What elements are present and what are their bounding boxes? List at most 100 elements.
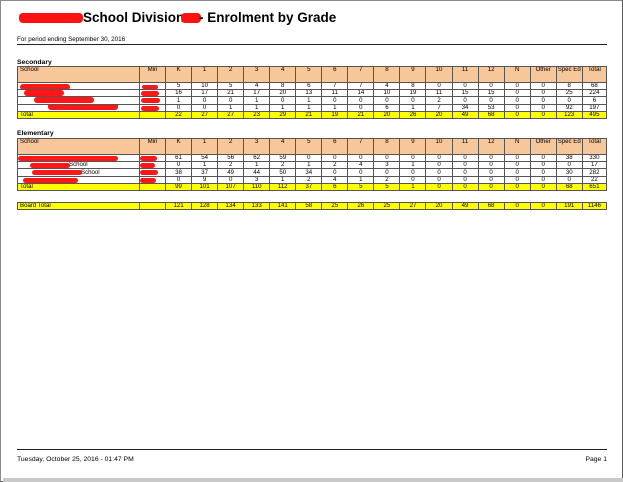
total-value-cell: 21 — [295, 110, 323, 119]
value-cell: 10 — [373, 89, 401, 98]
total-value-cell: 141 — [269, 202, 297, 210]
value-cell: 0 — [477, 175, 505, 184]
min-cell — [138, 168, 167, 177]
value-cell: 34 — [295, 168, 323, 177]
value-cell: 8 — [399, 81, 427, 91]
value-cell: 4 — [373, 81, 401, 91]
total-value-cell: 99 — [165, 182, 193, 191]
total-value-cell: 68 — [555, 182, 583, 191]
value-cell: 0 — [503, 103, 531, 112]
min-cell — [138, 202, 167, 210]
value-cell: 10 — [191, 81, 219, 91]
value-cell: 3 — [373, 161, 401, 170]
value-cell: 0 — [451, 96, 479, 105]
value-cell: 68 — [581, 81, 608, 91]
report-period: For period ending September 30, 2016 — [17, 36, 126, 43]
value-cell: 1 — [269, 103, 297, 112]
school-name-cell: School — [17, 161, 140, 170]
value-cell: 49 — [217, 168, 245, 177]
value-cell: 1 — [295, 96, 323, 105]
column-header: 6 — [321, 138, 349, 155]
table-row: School 38 37 49 44 50 34 0 0 0 0 0 0 0 0 0 30 282 — [17, 168, 608, 177]
total-value-cell: 19 — [321, 110, 349, 119]
value-cell: 59 — [269, 153, 297, 163]
elementary-total-row: Total 99 101 107 110 112 37 6 5 5 1 0 0 0 0 0 68 651 — [17, 182, 608, 191]
value-cell: 25 — [555, 89, 583, 98]
value-cell: 0 — [503, 81, 531, 91]
value-cell: 1 — [165, 96, 193, 105]
value-cell: 13 — [295, 89, 323, 98]
total-value-cell: 0 — [503, 202, 531, 210]
value-cell: 1 — [217, 103, 245, 112]
total-value-cell: 5 — [347, 182, 375, 191]
value-cell: 0 — [451, 81, 479, 91]
column-header: Total — [581, 66, 608, 83]
total-value-cell: 0 — [503, 110, 531, 119]
value-cell: 4 — [347, 161, 375, 170]
total-value-cell: 20 — [425, 202, 453, 210]
value-cell: 0 — [321, 96, 349, 105]
value-cell: 0 — [373, 168, 401, 177]
value-cell: 0 — [191, 103, 219, 112]
value-cell: 6 — [295, 81, 323, 91]
value-cell: 5 — [165, 81, 193, 91]
column-header: 10 — [425, 138, 453, 155]
value-cell: 0 — [217, 96, 245, 105]
column-header: Spec Ed — [555, 138, 583, 155]
school-name-text: School — [81, 168, 100, 176]
value-cell: 22 — [581, 175, 608, 184]
column-header: K — [165, 138, 193, 155]
total-value-cell: 0 — [477, 182, 505, 191]
page-shadow — [3, 478, 623, 482]
redaction-mark — [19, 13, 83, 23]
value-cell: 0 — [477, 96, 505, 105]
header-row: School Min K 1 2 3 4 5 6 7 8 9 10 11 12 N Other Spec Ed To… — [17, 66, 608, 83]
total-value-cell: 20 — [373, 110, 401, 119]
value-cell: 56 — [217, 153, 245, 163]
table-row: 0 9 0 3 1 2 4 1 2 0 0 0 0 0 0 0 22 — [17, 175, 608, 184]
redaction-mark — [24, 90, 64, 96]
value-cell: 1 — [295, 161, 323, 170]
value-cell: 0 — [529, 175, 557, 184]
value-cell: 16 — [165, 89, 193, 98]
table-row: 0 0 1 1 1 1 1 0 6 1 7 34 53 0 0 92 197 — [17, 103, 608, 112]
value-cell: 0 — [425, 168, 453, 177]
column-header: 3 — [243, 66, 271, 83]
value-cell: 30 — [555, 168, 583, 177]
redaction-mark — [32, 170, 82, 176]
column-header: 4 — [269, 66, 297, 83]
value-cell: 0 — [451, 175, 479, 184]
redaction-mark — [34, 97, 94, 104]
total-value-cell: 27 — [191, 110, 219, 119]
total-value-cell: 68 — [477, 110, 505, 119]
value-cell: 15 — [451, 89, 479, 98]
footer-rule — [17, 449, 607, 450]
value-cell: 1 — [399, 103, 427, 112]
table-row: School 0 1 2 1 2 1 2 4 3 1 0 0 0 0 0 0 17 — [17, 161, 608, 170]
value-cell: 0 — [477, 168, 505, 177]
redaction-mark — [18, 156, 118, 161]
redaction-mark — [23, 177, 78, 183]
value-cell: 0 — [555, 175, 583, 184]
table-row: 16 17 21 17 20 13 11 14 10 19 11 15 15 0 0 25 224 — [17, 89, 608, 98]
value-cell: 5 — [217, 81, 245, 91]
value-cell: 44 — [243, 168, 271, 177]
value-cell: 7 — [321, 81, 349, 91]
value-cell: 2 — [295, 175, 323, 184]
value-cell: 53 — [477, 103, 505, 112]
value-cell: 0 — [399, 153, 427, 163]
secondary-table: School Min K 1 2 3 4 5 6 7 8 9 10 11 12 N Other Spec Ed To… — [17, 66, 608, 119]
value-cell: 0 — [477, 161, 505, 170]
value-cell: 1 — [399, 161, 427, 170]
school-name-cell — [17, 96, 140, 105]
min-cell — [138, 175, 167, 184]
value-cell: 19 — [399, 89, 427, 98]
min-cell — [138, 89, 167, 98]
total-value-cell: 0 — [529, 202, 557, 210]
column-header: 9 — [399, 66, 427, 83]
min-cell — [138, 153, 167, 163]
value-cell: 2 — [425, 96, 453, 105]
value-cell: 50 — [269, 168, 297, 177]
value-cell: 0 — [529, 96, 557, 105]
min-cell — [138, 103, 167, 112]
